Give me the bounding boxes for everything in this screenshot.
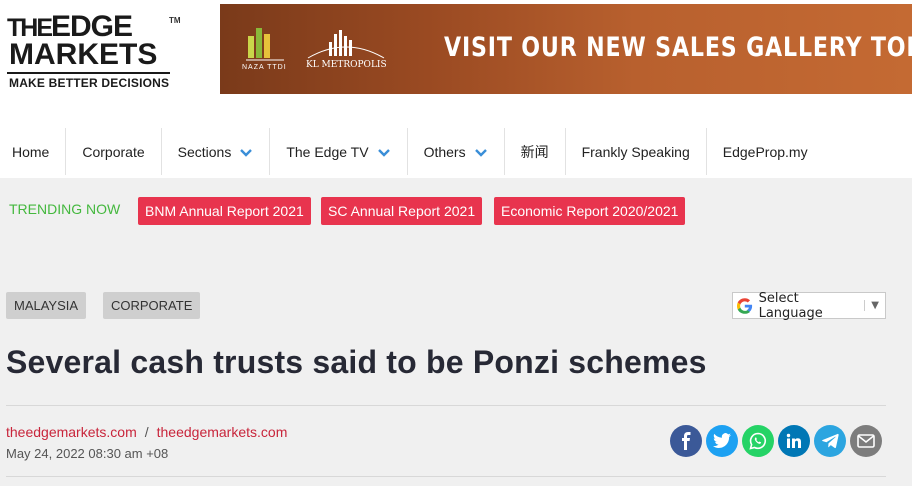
trending-label: TRENDING NOW — [9, 201, 121, 217]
nav-item-corporate[interactable]: Corporate — [66, 128, 162, 175]
linkedin-icon[interactable] — [778, 425, 810, 457]
nav-label: 新闻 — [520, 143, 549, 160]
nav-label: Corporate — [82, 143, 145, 160]
nav-label: EdgeProp.my — [722, 143, 808, 160]
nav-label: Others — [423, 143, 466, 160]
banner-headline: VISIT OUR NEW SALES GALLERY TODAY — [444, 32, 912, 63]
whatsapp-icon[interactable] — [742, 425, 774, 457]
facebook-icon[interactable] — [670, 425, 702, 457]
nav-item-the-edge-tv[interactable]: The Edge TV — [270, 128, 408, 175]
nav-label: Home — [12, 143, 50, 160]
author-link[interactable]: theedgemarkets.com — [6, 424, 137, 440]
byline: theedgemarkets.com / theedgemarkets.com — [6, 424, 287, 440]
logo-divider — [7, 72, 170, 74]
chevron-down-icon — [377, 148, 390, 157]
article-title: Several cash trusts said to be Ponzi sch… — [6, 344, 707, 380]
nav-item-edgeprop[interactable]: EdgeProp.my — [707, 128, 824, 175]
trending-tag[interactable]: BNM Annual Report 2021 — [138, 197, 311, 225]
logo-trademark: TM — [169, 16, 181, 25]
twitter-icon[interactable] — [706, 425, 738, 457]
email-icon[interactable] — [850, 425, 882, 457]
author-link[interactable]: theedgemarkets.com — [157, 424, 288, 440]
language-select-label: Select Language — [758, 290, 823, 321]
dropdown-arrow-icon: ▼ — [864, 300, 879, 311]
divider — [6, 476, 886, 477]
trending-tag[interactable]: Economic Report 2020/2021 — [494, 197, 686, 225]
divider — [6, 405, 886, 406]
nav-item-chinese-news[interactable]: 新闻 — [505, 128, 566, 175]
byline-separator: / — [144, 424, 149, 440]
category-badge-corporate[interactable]: CORPORATE — [103, 292, 201, 319]
category-badge-malaysia[interactable]: MALAYSIA — [6, 292, 87, 319]
site-logo[interactable]: THEEDGE TM MARKETS MAKE BETTER DECISIONS — [7, 12, 187, 92]
nav-item-home[interactable]: Home — [0, 128, 67, 175]
nav-label: Frankly Speaking — [581, 143, 690, 160]
ad-banner[interactable]: NAZA TTDI KL METROPOLIS VISIT OUR NEW SA… — [220, 4, 912, 94]
nav-item-frankly-speaking[interactable]: Frankly Speaking — [566, 128, 707, 175]
chevron-down-icon — [240, 148, 253, 157]
kl-metropolis-label: KL METROPOLIS — [306, 60, 387, 70]
publish-date: May 24, 2022 08:30 am +08 — [6, 446, 169, 461]
telegram-icon[interactable] — [814, 425, 846, 457]
nav-label: Sections — [177, 143, 232, 160]
google-icon — [737, 297, 753, 314]
nav-item-others[interactable]: Others — [408, 128, 505, 175]
trending-tag[interactable]: SC Annual Report 2021 — [321, 197, 483, 225]
logo-markets: MARKETS — [9, 38, 158, 71]
language-select[interactable]: Select Language ▼ — [732, 290, 886, 321]
naza-label: NAZA TTDI — [242, 64, 287, 71]
site-header: THEEDGE TM MARKETS MAKE BETTER DECISIONS… — [0, 0, 912, 100]
chevron-down-icon — [474, 148, 487, 157]
nav-label: The Edge TV — [286, 143, 369, 160]
logo-tagline: MAKE BETTER DECISIONS — [9, 76, 170, 90]
nav-item-sections[interactable]: Sections — [162, 128, 271, 175]
main-nav: Home Corporate Sections The Edge TV Othe… — [0, 128, 912, 175]
share-bar — [670, 425, 882, 457]
